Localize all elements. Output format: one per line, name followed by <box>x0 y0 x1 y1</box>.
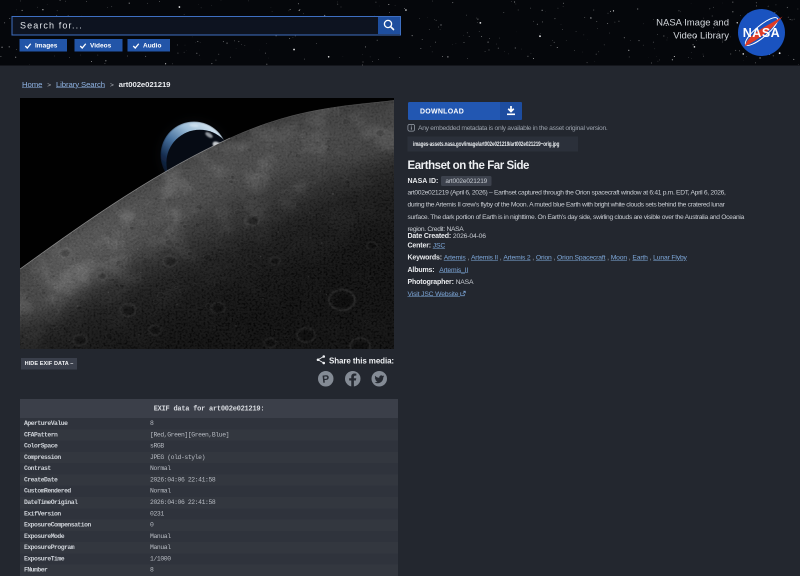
svg-text:NASA: NASA <box>743 26 780 40</box>
svg-text:P: P <box>322 373 330 386</box>
